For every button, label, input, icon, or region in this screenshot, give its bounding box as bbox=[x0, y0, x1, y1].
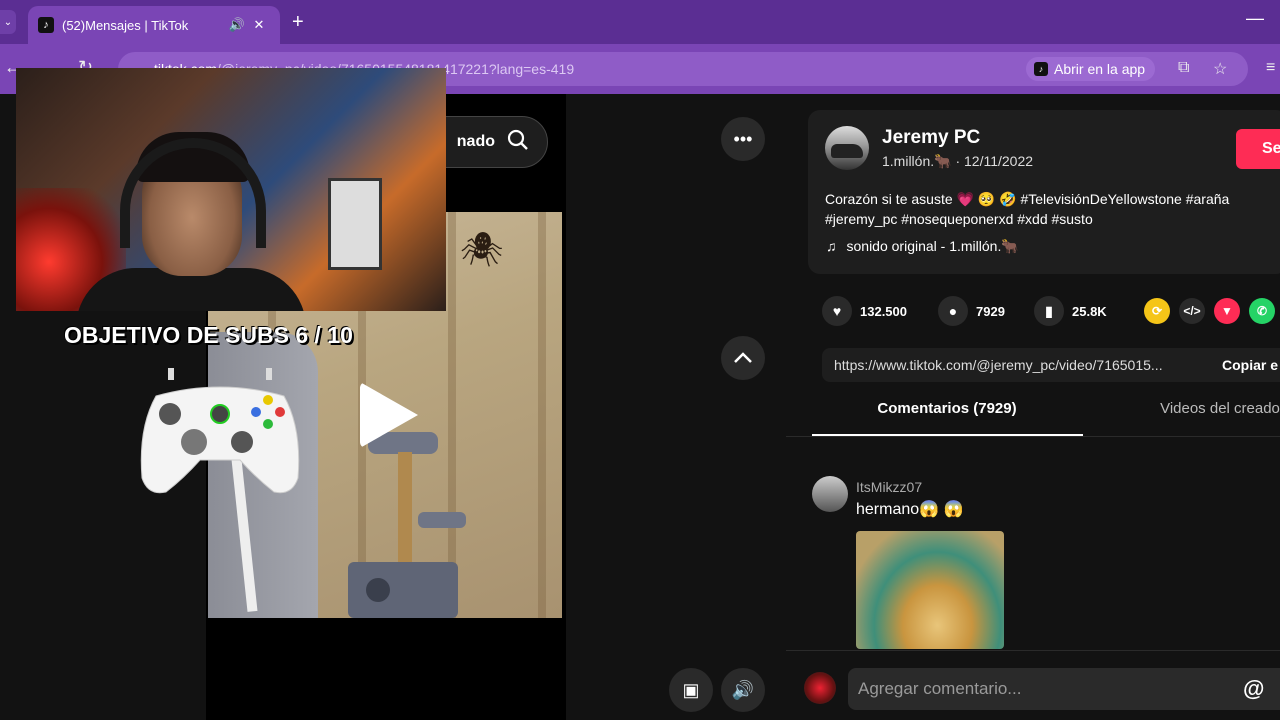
send-to-friends-icon[interactable]: ▼ bbox=[1214, 298, 1240, 324]
music-note-icon: ♫ bbox=[826, 238, 837, 254]
translate-icon[interactable]: ⧉ bbox=[1178, 59, 1189, 77]
previous-video-chevron-up-icon[interactable] bbox=[721, 336, 765, 380]
open-in-app-button[interactable]: ♪ Abrir en la app bbox=[1026, 57, 1156, 81]
webcam-overlay bbox=[16, 68, 446, 311]
comment-count: 7929 bbox=[976, 303, 1005, 319]
open-in-app-label: Abrir en la app bbox=[1054, 61, 1146, 77]
spider-image: 🕷 bbox=[460, 231, 504, 269]
post-description: Corazón si te asuste 💗 🥺 🤣 #TelevisiónDe… bbox=[825, 191, 1230, 227]
repost-icon[interactable]: ⟳ bbox=[1144, 298, 1170, 324]
like-button[interactable]: ♥ 132.500 bbox=[822, 296, 907, 326]
save-button[interactable]: ▮ 25.8K bbox=[1034, 296, 1107, 326]
subs-goal-text: OBJETIVO DE SUBS 6 / 10 bbox=[64, 322, 353, 348]
volume-icon[interactable]: 🔊 bbox=[721, 668, 765, 712]
embed-code-icon[interactable]: </> bbox=[1179, 298, 1205, 324]
picture-in-picture-icon[interactable]: ▣ bbox=[669, 668, 713, 712]
tiktok-app-icon: ♪ bbox=[1034, 62, 1048, 76]
author-subtitle: 1.millón.🐂 · 12/11/2022 bbox=[882, 153, 1034, 169]
menu-icon[interactable]: ≡ bbox=[1266, 59, 1275, 77]
bookmark-star-icon[interactable]: ☆ bbox=[1213, 59, 1227, 79]
search-label: nado bbox=[456, 133, 495, 150]
sound-link[interactable]: ♫ sonido original - 1.millón.🐂 bbox=[826, 238, 1019, 255]
sound-label: sonido original - 1.millón.🐂 bbox=[846, 238, 1019, 254]
tab-divider bbox=[786, 436, 1280, 437]
comment-bubble-icon: ● bbox=[938, 296, 968, 326]
save-count: 25.8K bbox=[1072, 303, 1107, 319]
tab-creator-videos[interactable]: Videos del creado bbox=[1120, 400, 1280, 417]
comment-button[interactable]: ● 7929 bbox=[938, 296, 1005, 326]
tab-title: (52)Mensajes | TikTok bbox=[62, 17, 189, 33]
comment-text: hermano😱 😱 bbox=[856, 501, 964, 518]
play-icon[interactable] bbox=[360, 382, 418, 448]
heart-icon: ♥ bbox=[822, 296, 852, 326]
copy-link-row: https://www.tiktok.com/@jeremy_pc/video/… bbox=[822, 348, 1280, 382]
tab-comments[interactable]: Comentarios (7929) bbox=[812, 400, 1082, 417]
like-count: 132.500 bbox=[860, 303, 907, 319]
mention-at-icon[interactable]: @ bbox=[1243, 676, 1264, 702]
my-avatar bbox=[804, 672, 836, 704]
new-tab-button[interactable]: + bbox=[292, 11, 304, 34]
browser-tab-active[interactable]: ♪ (52)Mensajes | TikTok 🔊 ✕ bbox=[28, 6, 280, 44]
cat-tree-image bbox=[348, 432, 466, 618]
wall-stripe bbox=[538, 212, 546, 618]
webcam-wall-poster bbox=[328, 178, 382, 270]
tiktok-favicon-icon: ♪ bbox=[38, 17, 54, 33]
follow-button[interactable]: Se bbox=[1236, 129, 1280, 169]
whatsapp-icon[interactable]: ✆ bbox=[1249, 298, 1275, 324]
active-tab-indicator bbox=[812, 434, 1083, 436]
search-icon bbox=[507, 129, 529, 156]
tab-close-icon[interactable]: ✕ bbox=[248, 17, 270, 33]
video-link: https://www.tiktok.com/@jeremy_pc/video/… bbox=[834, 357, 1163, 373]
more-options-icon[interactable]: ••• bbox=[721, 117, 765, 161]
gamepad-icon bbox=[140, 368, 300, 494]
comment-input[interactable] bbox=[848, 668, 1280, 710]
author-avatar[interactable] bbox=[825, 126, 869, 170]
tab-search-chevron-icon[interactable]: ⌄ bbox=[0, 10, 16, 34]
tab-audio-icon[interactable]: 🔊 bbox=[226, 17, 248, 33]
copy-link-button[interactable]: Copiar e bbox=[1222, 357, 1278, 373]
bookmark-icon: ▮ bbox=[1034, 296, 1064, 326]
commenter-avatar[interactable] bbox=[812, 476, 848, 512]
author-name[interactable]: Jeremy PC bbox=[882, 127, 980, 149]
comment-image[interactable] bbox=[856, 531, 1004, 649]
window-minimize-icon[interactable]: — bbox=[1246, 8, 1264, 29]
commenter-username[interactable]: ItsMikzz07 bbox=[856, 479, 922, 495]
